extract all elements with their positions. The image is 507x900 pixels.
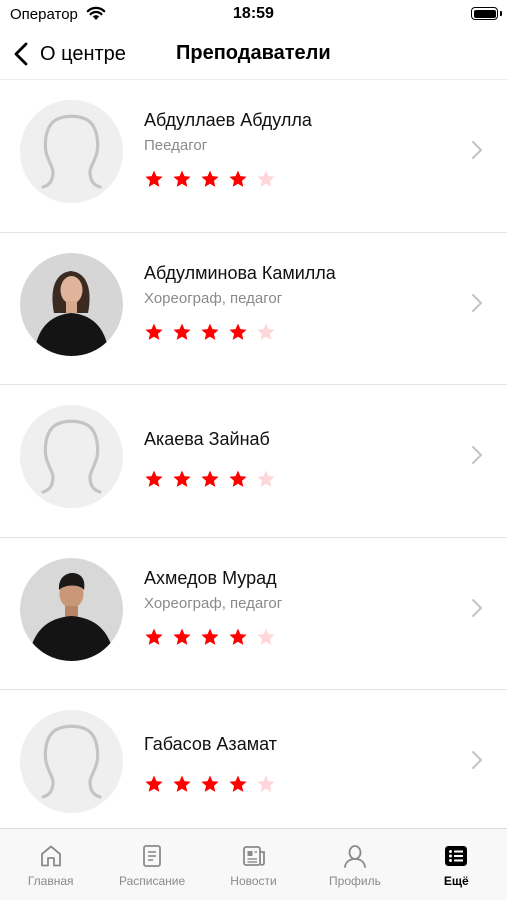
star-filled-icon [144, 627, 164, 647]
chevron-right-icon [471, 750, 483, 770]
back-button-label: О центре [40, 42, 126, 65]
status-time: 18:59 [233, 5, 274, 22]
teacher-role: Хореограф, педагог [144, 594, 283, 612]
teacher-role: Хореограф, педагог [144, 289, 283, 307]
home-icon [38, 843, 64, 869]
news-icon [241, 843, 267, 869]
avatar [20, 557, 123, 661]
star-empty-icon [256, 169, 276, 189]
avatar-placeholder [20, 710, 123, 813]
star-filled-icon [172, 169, 192, 189]
star-empty-icon [256, 469, 276, 489]
teacher-row[interactable]: Акаева Зайнаб [0, 385, 507, 538]
avatar [20, 252, 123, 356]
chevron-right-icon [471, 140, 483, 160]
teacher-name: Абдуллаев Абдулла [144, 110, 312, 130]
tab-label: Ещё [443, 874, 469, 888]
rating-stars [144, 322, 276, 342]
star-filled-icon [228, 627, 248, 647]
star-filled-icon [144, 169, 164, 189]
chevron-left-icon [14, 42, 28, 66]
star-filled-icon [200, 169, 220, 189]
tab-profile[interactable]: Профиль [304, 829, 405, 900]
star-filled-icon [144, 774, 164, 794]
star-filled-icon [200, 627, 220, 647]
chevron-right-icon [471, 445, 483, 465]
chevron-right-icon [471, 598, 483, 618]
star-empty-icon [256, 774, 276, 794]
tab-label: Главная [27, 874, 74, 888]
rating-stars [144, 774, 276, 794]
tab-news[interactable]: Новости [203, 829, 304, 900]
teacher-row[interactable]: Ахмедов Мурад Хореограф, педагог [0, 538, 507, 690]
star-filled-icon [172, 469, 192, 489]
rating-stars [144, 169, 276, 189]
tab-label: Новости [230, 874, 277, 888]
star-filled-icon [172, 322, 192, 342]
star-filled-icon [228, 469, 248, 489]
star-filled-icon [200, 322, 220, 342]
rating-stars [144, 469, 276, 489]
teacher-name: Акаева Зайнаб [144, 429, 270, 449]
avatar-placeholder [20, 100, 123, 203]
tab-label: Профиль [329, 874, 381, 888]
teacher-row[interactable]: Абдуллаев Абдулла Пеедагог [0, 80, 507, 233]
tab-home[interactable]: Главная [0, 829, 101, 900]
star-filled-icon [144, 322, 164, 342]
star-filled-icon [200, 774, 220, 794]
tab-label: Расписание [119, 874, 186, 888]
star-filled-icon [228, 774, 248, 794]
back-button[interactable]: О центре [12, 38, 126, 70]
chevron-right-icon [471, 293, 483, 313]
status-bar: Оператор 18:59 [0, 0, 507, 30]
teacher-name: Ахмедов Мурад [144, 567, 277, 588]
star-filled-icon [172, 774, 192, 794]
more-icon [443, 843, 469, 869]
star-empty-icon [256, 322, 276, 342]
teacher-row[interactable]: Габасов Азамат [0, 690, 507, 843]
star-filled-icon [172, 627, 192, 647]
teacher-name: Габасов Азамат [144, 734, 277, 754]
teacher-list: Абдуллаев Абдулла Пеедагог Абдулминова Кам… [0, 80, 507, 843]
battery-icon [471, 7, 498, 20]
navigation-bar: О центре Преподаватели [0, 30, 507, 80]
battery-tip [500, 11, 502, 16]
tab-schedule[interactable]: Расписание [101, 829, 202, 900]
teacher-role: Пеедагог [144, 137, 208, 154]
profile-icon [342, 843, 368, 869]
teacher-row[interactable]: Абдулминова Камилла Хореограф, педагог [0, 233, 507, 385]
teacher-name: Абдулминова Камилла [144, 262, 336, 283]
star-filled-icon [144, 469, 164, 489]
tab-more[interactable]: Ещё [406, 829, 507, 900]
avatar-placeholder [20, 405, 123, 508]
page-title: Преподаватели [176, 42, 331, 64]
star-empty-icon [256, 627, 276, 647]
schedule-icon [139, 843, 165, 869]
star-filled-icon [228, 169, 248, 189]
rating-stars [144, 627, 276, 647]
star-filled-icon [200, 469, 220, 489]
tab-bar: Главная Расписание Новости Профиль Ещё [0, 828, 507, 900]
star-filled-icon [228, 322, 248, 342]
